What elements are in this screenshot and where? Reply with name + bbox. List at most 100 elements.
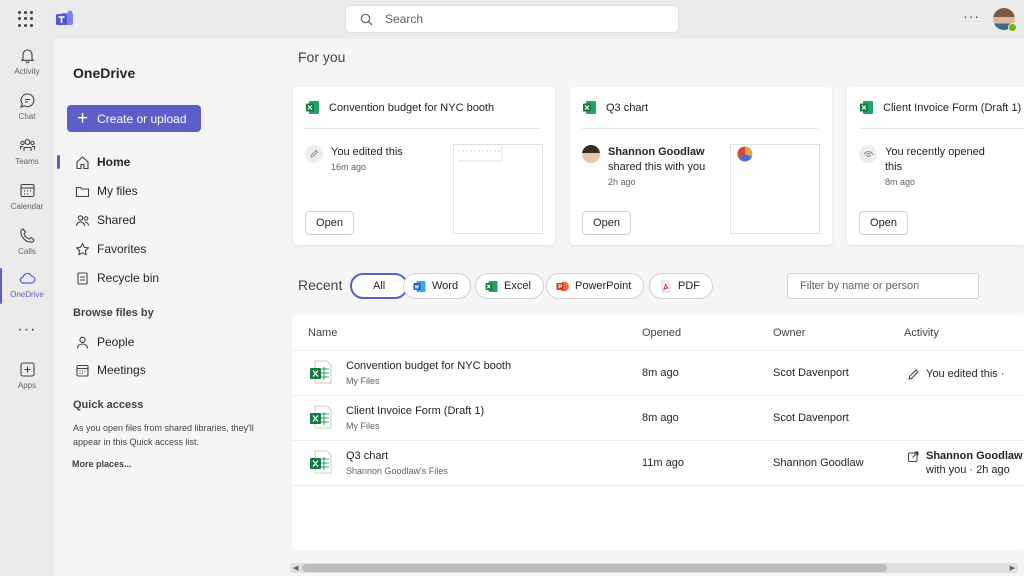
- rail-label: Chat: [18, 112, 36, 121]
- filter-pill-all[interactable]: All: [350, 273, 409, 299]
- share-icon: [908, 451, 919, 462]
- nav-item-favorites[interactable]: Favorites: [54, 236, 276, 262]
- column-header-owner[interactable]: Owner: [773, 327, 805, 339]
- column-header-name[interactable]: Name: [308, 327, 337, 339]
- excel-file-icon: [310, 360, 332, 384]
- user-avatar[interactable]: [993, 8, 1017, 32]
- rail-item-apps[interactable]: Apps: [0, 357, 54, 399]
- filter-pill-powerpoint[interactable]: PowerPoint: [546, 273, 645, 299]
- nav-label: Shared: [97, 213, 136, 227]
- card-header: Q3 chart: [582, 100, 648, 115]
- create-or-upload-button[interactable]: + Create or upload: [67, 105, 201, 132]
- person-icon: [76, 336, 89, 349]
- rail-label: Activity: [14, 67, 40, 76]
- filter-pill-pdf[interactable]: PDF: [649, 273, 713, 299]
- open-button[interactable]: Open: [859, 211, 908, 235]
- nav-label: Recycle bin: [97, 271, 160, 285]
- more-apps-icon[interactable]: ···: [0, 321, 54, 339]
- bell-icon: [20, 49, 34, 64]
- suggestion-card[interactable]: Q3 chart Shannon Goodlaw shared this wit…: [570, 87, 832, 245]
- search-box[interactable]: Search: [346, 6, 678, 32]
- column-header-opened[interactable]: Opened: [642, 327, 681, 339]
- card-sharer-name: Shannon Goodlaw: [608, 146, 705, 158]
- scrollbar-thumb[interactable]: [302, 564, 887, 572]
- table-row[interactable]: Convention budget for NYC booth My Files…: [292, 351, 1024, 396]
- activity-cell: Shannon Goodlaw with you · 2h ago: [907, 449, 1023, 477]
- home-icon: [76, 155, 89, 169]
- nav-item-home[interactable]: Home: [54, 149, 276, 175]
- card-divider: [582, 128, 818, 129]
- column-header-activity[interactable]: Activity: [904, 327, 939, 339]
- file-name[interactable]: Q3 chart: [346, 450, 388, 462]
- nav-label: My files: [97, 184, 138, 198]
- card-header: Client Invoice Form (Draft 1): [859, 100, 1021, 115]
- rail-item-onedrive[interactable]: OneDrive: [0, 266, 54, 308]
- more-places-link[interactable]: More places...: [72, 459, 132, 469]
- table-row[interactable]: Q3 chart Shannon Goodlaw's Files 11m ago…: [292, 441, 1024, 486]
- rail-item-calendar[interactable]: Calendar: [0, 178, 54, 220]
- card-activity-time: 16m ago: [331, 162, 367, 172]
- browse-item-people[interactable]: People: [54, 329, 276, 355]
- rail-label: Calls: [18, 247, 36, 256]
- trash-icon: [77, 271, 88, 285]
- pie-chart-thumbnail-icon: [737, 146, 753, 162]
- suggestion-card[interactable]: Client Invoice Form (Draft 1) You recent…: [847, 87, 1024, 245]
- chat-icon: [19, 93, 34, 108]
- rail-item-activity[interactable]: Activity: [0, 43, 54, 85]
- filter-pill-excel[interactable]: Excel: [475, 273, 544, 299]
- pill-label: Excel: [504, 280, 531, 292]
- word-icon: [413, 280, 426, 292]
- rail-item-calls[interactable]: Calls: [0, 223, 54, 265]
- search-placeholder: Search: [385, 12, 424, 26]
- filter-input[interactable]: Filter by name or person: [787, 273, 979, 299]
- sharer-avatar: [582, 145, 600, 163]
- nav-item-shared[interactable]: Shared: [54, 207, 276, 233]
- filter-placeholder: Filter by name or person: [800, 280, 920, 292]
- scroll-right-arrow-icon[interactable]: ▶: [1010, 564, 1015, 572]
- filter-pill-word[interactable]: Word: [403, 273, 472, 299]
- more-options-icon[interactable]: ···: [963, 8, 980, 24]
- teams-logo-icon: [56, 10, 73, 25]
- open-button[interactable]: Open: [305, 211, 354, 235]
- meetings-icon: [76, 364, 89, 377]
- for-you-heading: For you: [298, 49, 346, 65]
- browse-label: People: [97, 335, 135, 349]
- browse-item-meetings[interactable]: Meetings: [54, 357, 276, 383]
- calendar-icon: [19, 183, 35, 198]
- card-title: Client Invoice Form (Draft 1): [883, 101, 1022, 114]
- rail-item-chat[interactable]: Chat: [0, 88, 54, 130]
- pill-label: All: [373, 280, 386, 292]
- file-location: Shannon Goodlaw's Files: [346, 466, 448, 476]
- rail-item-teams[interactable]: Teams: [0, 133, 54, 175]
- recent-files-table: Name Opened Owner Activity Convention bu…: [292, 315, 1024, 550]
- app-launcher-icon[interactable]: [18, 11, 34, 27]
- edit-pencil-icon: [908, 369, 919, 380]
- nav-item-my-files[interactable]: My files: [54, 178, 276, 204]
- folder-icon: [75, 186, 90, 197]
- file-name[interactable]: Convention budget for NYC booth: [346, 360, 511, 372]
- file-thumbnail: [730, 144, 820, 234]
- nav-item-recycle-bin[interactable]: Recycle bin: [54, 265, 276, 291]
- activity-actor: Shannon Goodlaw: [926, 450, 1023, 462]
- open-button[interactable]: Open: [582, 211, 631, 235]
- excel-file-icon: [310, 450, 332, 474]
- star-icon: [76, 242, 89, 255]
- excel-file-icon: [860, 101, 873, 114]
- suggestion-card[interactable]: Convention budget for NYC booth You edit…: [293, 87, 555, 245]
- people-icon: [75, 214, 90, 226]
- activity-text: with you · 2h ago: [926, 464, 1010, 476]
- excel-file-icon: [306, 101, 319, 114]
- pill-label: PowerPoint: [575, 280, 632, 292]
- phone-icon: [19, 228, 35, 243]
- nav-label: Favorites: [97, 242, 147, 256]
- horizontal-scrollbar[interactable]: ◀ ▶: [290, 563, 1018, 573]
- table-row[interactable]: Client Invoice Form (Draft 1) My Files 8…: [292, 396, 1024, 441]
- edit-pencil-icon: [305, 145, 323, 163]
- browse-files-heading: Browse files by: [73, 307, 154, 319]
- file-location: My Files: [346, 376, 380, 386]
- file-name[interactable]: Client Invoice Form (Draft 1): [346, 405, 484, 417]
- owner-name: Scot Davenport: [773, 367, 849, 379]
- card-activity-time: 2h ago: [608, 177, 636, 187]
- powerpoint-icon: [556, 281, 569, 291]
- scroll-left-arrow-icon[interactable]: ◀: [293, 564, 298, 572]
